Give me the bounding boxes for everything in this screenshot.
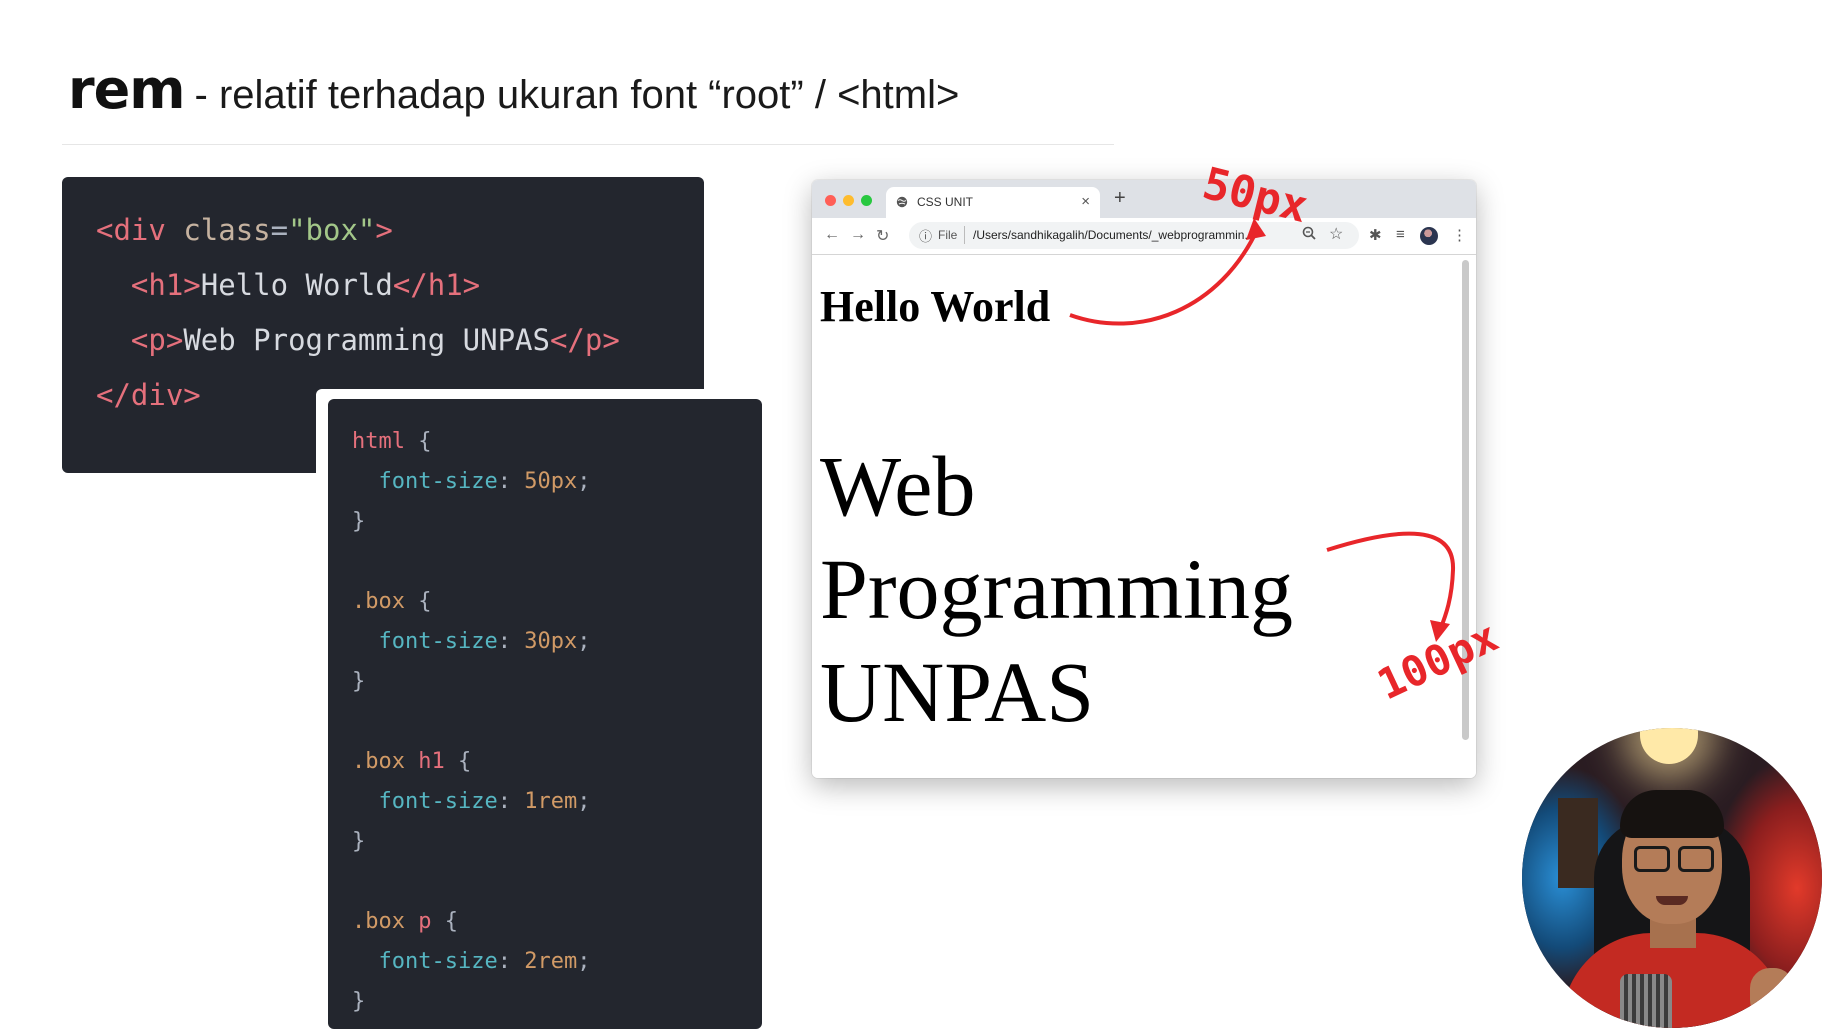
arrow-to-100px <box>1326 531 1456 631</box>
lamp <box>1640 728 1698 764</box>
presenter-webcam <box>1522 728 1822 1028</box>
microphone <box>1620 974 1672 1028</box>
arrow-to-50px <box>1069 227 1260 326</box>
